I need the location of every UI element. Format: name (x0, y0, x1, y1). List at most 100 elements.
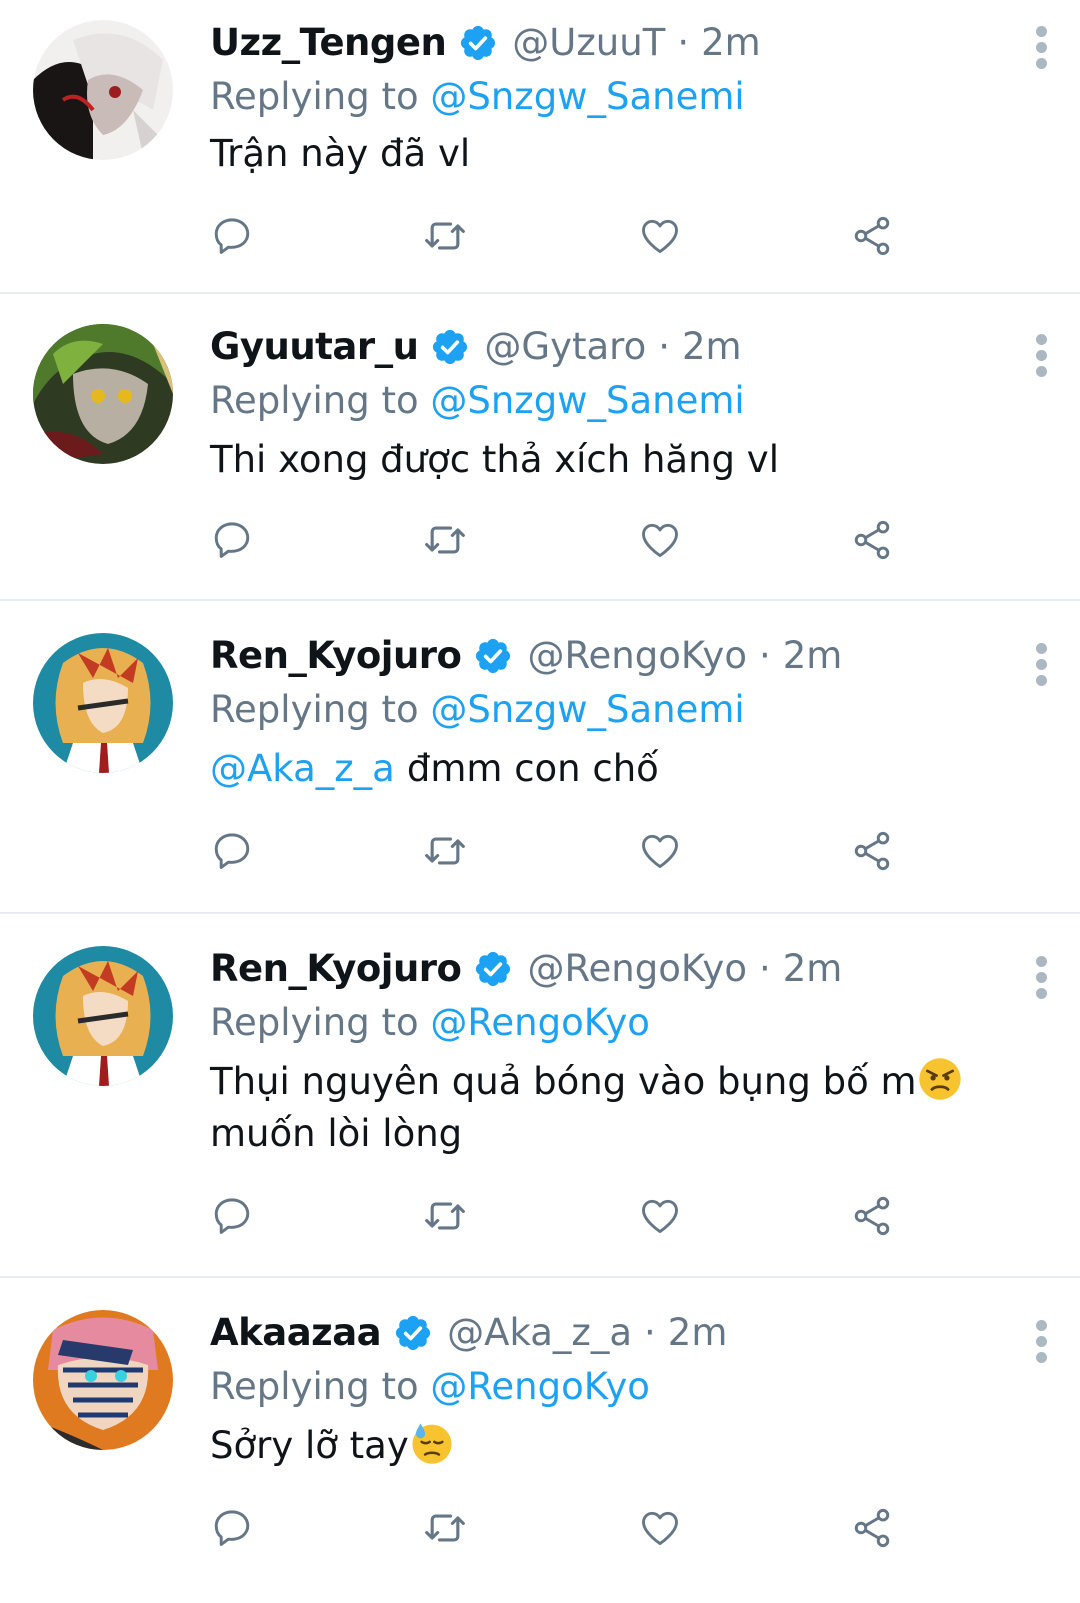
reply-icon (210, 829, 254, 873)
avatar[interactable] (33, 1310, 173, 1450)
user-handle[interactable]: @Aka_z_a (447, 1308, 632, 1358)
display-name[interactable]: Ren_Kyojuro (210, 631, 462, 681)
separator-dot: · (677, 21, 690, 64)
heart-icon (638, 214, 682, 258)
share-button[interactable] (850, 1194, 894, 1238)
retweet-icon (423, 1506, 467, 1550)
more-vertical-icon[interactable] (1034, 26, 1048, 70)
tweet[interactable]: Uzz_Tengen @UzuuT · 2m Replying to @Snzg… (0, 0, 1080, 294)
tweet-text: Thi xong được thả xích hăng vl (210, 434, 1050, 486)
display-name[interactable]: Akaazaa (210, 1308, 382, 1358)
timestamp[interactable]: 2m (668, 1308, 728, 1358)
verified-badge-icon (473, 636, 513, 676)
tweet-header: Ren_Kyojuro @RengoKyo · 2m (210, 631, 842, 681)
tweet-actions (210, 518, 910, 562)
like-button[interactable] (638, 518, 682, 562)
separator-dot: · (758, 634, 771, 677)
replying-to: Replying to @Snzgw_Sanemi (210, 72, 745, 122)
retweet-icon (423, 1194, 467, 1238)
share-icon (850, 1194, 894, 1238)
more-vertical-icon[interactable] (1034, 643, 1048, 687)
avatar[interactable] (33, 20, 173, 160)
reply-to-link[interactable]: @RengoKyo (430, 1365, 650, 1408)
tweet[interactable]: Akaazaa @Aka_z_a · 2m Replying to @Rengo… (0, 1278, 1080, 1603)
replying-to-label: Replying to (210, 1365, 419, 1408)
reply-button[interactable] (210, 829, 254, 873)
timestamp[interactable]: 2m (783, 944, 843, 994)
share-icon (850, 518, 894, 562)
more-vertical-icon[interactable] (1034, 1320, 1048, 1364)
retweet-icon (423, 829, 467, 873)
tweet-header: Ren_Kyojuro @RengoKyo · 2m (210, 944, 842, 994)
replying-to: Replying to @Snzgw_Sanemi (210, 376, 745, 426)
user-handle[interactable]: @RengoKyo (527, 631, 747, 681)
display-name[interactable]: Ren_Kyojuro (210, 944, 462, 994)
avatar-image (33, 20, 173, 160)
share-icon (850, 1506, 894, 1550)
share-button[interactable] (850, 518, 894, 562)
avatar[interactable] (33, 324, 173, 464)
separator-dot: · (658, 325, 670, 368)
verified-badge-icon (473, 949, 513, 989)
heart-icon (638, 829, 682, 873)
retweet-icon (423, 214, 467, 258)
tweet-text-content: muốn lòi lòng (210, 1112, 463, 1155)
tweet-text: Sởry lỡ tay (210, 1420, 1050, 1472)
timestamp[interactable]: 2m (783, 631, 843, 681)
retweet-button[interactable] (423, 1506, 467, 1550)
heart-icon (638, 1506, 682, 1550)
replying-to: Replying to @Snzgw_Sanemi (210, 685, 745, 735)
more-vertical-icon[interactable] (1034, 334, 1048, 378)
tweet[interactable]: Gyuutar_u @Gytaro · 2m Replying to @Snzg… (0, 294, 1080, 601)
retweet-button[interactable] (423, 1194, 467, 1238)
like-button[interactable] (638, 1506, 682, 1550)
like-button[interactable] (638, 829, 682, 873)
reply-icon (210, 518, 254, 562)
reply-button[interactable] (210, 1506, 254, 1550)
like-button[interactable] (638, 1194, 682, 1238)
tweet[interactable]: Ren_Kyojuro @RengoKyo · 2m Replying to @… (0, 601, 1080, 914)
tweet-actions (210, 1506, 910, 1550)
timestamp[interactable]: 2m (682, 322, 742, 372)
tweet-text-content: Thụi nguyên quả bóng vào bụng bố m (210, 1060, 917, 1103)
retweet-button[interactable] (423, 829, 467, 873)
user-handle[interactable]: @UzuuT (512, 18, 665, 68)
tweet-text: @Aka_z_a đmm con chố (210, 743, 1050, 795)
tweet-text-content: Thi xong được thả xích hăng vl (210, 438, 779, 481)
reply-to-link[interactable]: @Snzgw_Sanemi (430, 688, 744, 731)
downcast-sweat-emoji (409, 1420, 455, 1466)
avatar-image (33, 633, 173, 773)
heart-icon (638, 518, 682, 562)
share-button[interactable] (850, 1506, 894, 1550)
timestamp[interactable]: 2m (701, 18, 761, 68)
tweet-actions (210, 214, 910, 258)
mention-link[interactable]: @Aka_z_a (210, 747, 395, 790)
tweet[interactable]: Ren_Kyojuro @RengoKyo · 2m Replying to @… (0, 914, 1080, 1278)
user-handle[interactable]: @Gytaro (484, 322, 646, 372)
retweet-icon (423, 518, 467, 562)
avatar-image (33, 324, 173, 464)
share-button[interactable] (850, 214, 894, 258)
avatar[interactable] (33, 633, 173, 773)
verified-badge-icon (393, 1313, 433, 1353)
reply-button[interactable] (210, 214, 254, 258)
display-name[interactable]: Uzz_Tengen (210, 18, 447, 68)
reply-button[interactable] (210, 1194, 254, 1238)
replying-to-label: Replying to (210, 1001, 419, 1044)
tweet-text-content: đmm con chố (406, 747, 659, 790)
retweet-button[interactable] (423, 214, 467, 258)
avatar[interactable] (33, 946, 173, 1086)
reply-to-link[interactable]: @Snzgw_Sanemi (430, 379, 744, 422)
reply-to-link[interactable]: @RengoKyo (430, 1001, 650, 1044)
share-button[interactable] (850, 829, 894, 873)
reply-to-link[interactable]: @Snzgw_Sanemi (430, 75, 744, 118)
verified-badge-icon (430, 327, 470, 367)
retweet-button[interactable] (423, 518, 467, 562)
reply-button[interactable] (210, 518, 254, 562)
user-handle[interactable]: @RengoKyo (527, 944, 747, 994)
reply-icon (210, 1194, 254, 1238)
more-vertical-icon[interactable] (1034, 956, 1048, 1000)
display-name[interactable]: Gyuutar_u (210, 322, 419, 372)
tweet-actions (210, 829, 910, 873)
like-button[interactable] (638, 214, 682, 258)
